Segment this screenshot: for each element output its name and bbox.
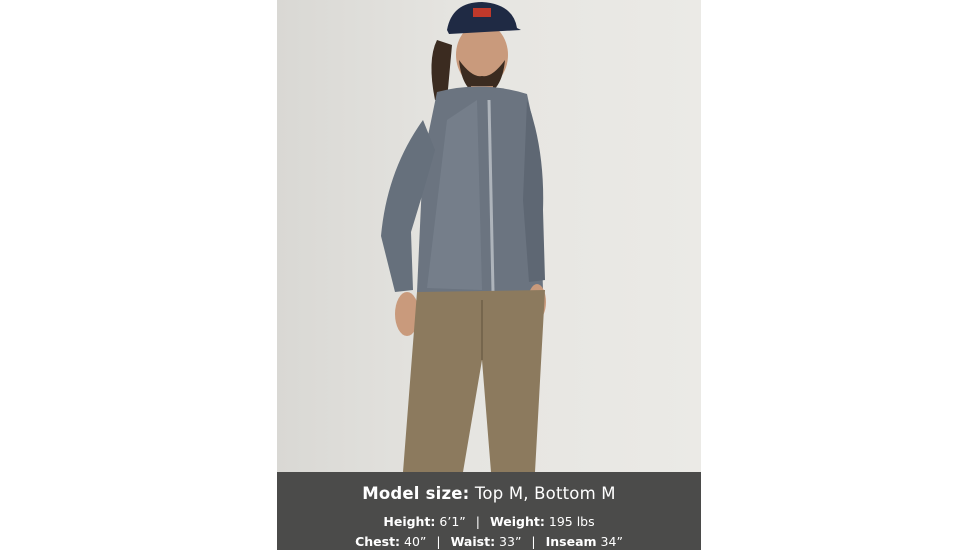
separator: | [436, 534, 441, 549]
weight-label: Weight: [489, 514, 545, 529]
model-size-line: Model size: Top M, Bottom M [277, 484, 701, 503]
inseam-label: Inseam [545, 534, 597, 549]
pants [403, 290, 545, 472]
model-size-caption: Model size: Top M, Bottom M Height: 6’1”… [277, 472, 701, 550]
weight-value: 195 lbs [544, 514, 595, 529]
model-size-label: Model size: [362, 484, 470, 503]
measurements-line: Chest: 40” | Waist: 33” | Inseam 34” [277, 534, 701, 549]
height-label: Height: [383, 514, 436, 529]
separator: | [531, 534, 536, 549]
model-illustration [381, 2, 546, 472]
model-size-value: Top M, Bottom M [469, 484, 616, 503]
height-weight-line: Height: 6’1” | Weight: 195 lbs [277, 514, 701, 529]
chest-label: Chest: [355, 534, 401, 549]
product-photo: Model size: Top M, Bottom M Height: 6’1”… [277, 0, 701, 550]
height-value: 6’1” [435, 514, 466, 529]
inseam-value: 34” [596, 534, 623, 549]
waist-value: 33” [495, 534, 522, 549]
separator: | [475, 514, 480, 529]
chest-value: 40” [400, 534, 427, 549]
cap-logo-patch [473, 8, 491, 17]
waist-label: Waist: [450, 534, 496, 549]
cap-icon [447, 2, 521, 34]
